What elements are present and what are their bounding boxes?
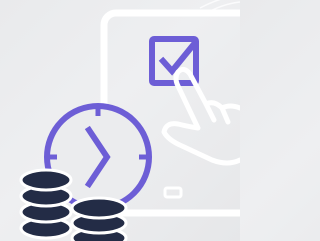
illustration-svg — [19, 0, 240, 241]
payment-illustration — [0, 0, 240, 241]
pointing-hand-icon — [161, 66, 240, 166]
home-button-icon — [163, 186, 183, 199]
